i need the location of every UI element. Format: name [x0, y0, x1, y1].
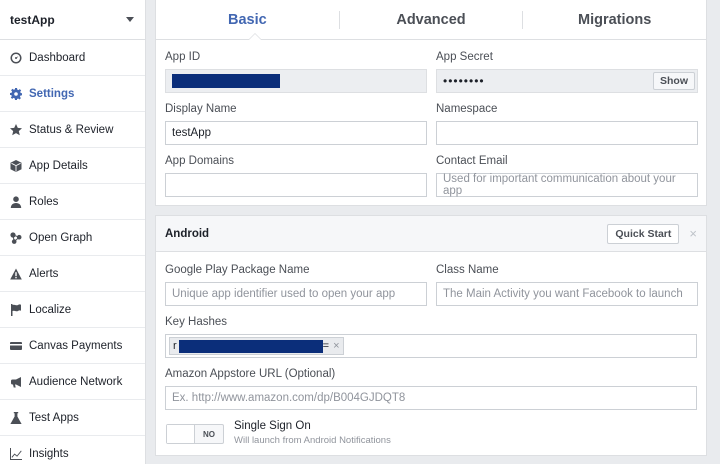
tab-migrations[interactable]: Migrations	[523, 12, 706, 28]
class-name-input[interactable]: The Main Activity you want Facebook to l…	[436, 282, 698, 306]
redacted-key-hash	[178, 339, 323, 353]
toggle-knob	[167, 425, 195, 443]
sidebar-item-label: Localize	[29, 303, 72, 316]
amazon-url-field: Amazon Appstore URL (Optional) Ex. http:…	[165, 367, 697, 410]
cube-icon	[10, 159, 22, 172]
tab-advanced[interactable]: Advanced	[340, 12, 523, 28]
class-name-field: Class Name The Main Activity you want Fa…	[436, 263, 698, 306]
package-name-field: Google Play Package Name Unique app iden…	[165, 263, 427, 306]
sso-subtitle: Will launch from Android Notifications	[234, 435, 391, 446]
app-id-field: App ID	[165, 50, 427, 93]
toggle-state-text: NO	[203, 429, 215, 439]
sso-title: Single Sign On	[234, 420, 311, 432]
display-name-field: Display Name testApp	[165, 102, 427, 145]
caret-down-icon	[126, 17, 134, 22]
package-name-input[interactable]: Unique app identifier used to open your …	[165, 282, 427, 306]
key-hash-token: r = ×	[169, 337, 344, 355]
namespace-label: Namespace	[436, 103, 498, 115]
sidebar-item-label: Status & Review	[29, 123, 114, 136]
amazon-url-input[interactable]: Ex. http://www.amazon.com/dp/B004GJDQT8	[165, 386, 697, 410]
android-panel-header: Android Quick Start ×	[156, 216, 706, 252]
warning-icon	[10, 268, 22, 280]
settings-tabs: Basic Advanced Migrations	[156, 0, 706, 40]
active-tab-indicator	[248, 33, 262, 40]
megaphone-icon	[10, 376, 22, 388]
sidebar-item-label: Alerts	[29, 267, 59, 280]
single-sign-on-toggle[interactable]: NO	[166, 424, 224, 444]
app-secret-field: App Secret •••••••• Show	[436, 50, 698, 93]
sidebar-item-audience-network[interactable]: Audience Network	[0, 364, 145, 400]
star-icon	[10, 123, 22, 136]
contact-email-input[interactable]: Used for important communication about y…	[436, 173, 698, 197]
quick-start-button[interactable]: Quick Start	[607, 223, 680, 244]
remove-token-icon[interactable]: ×	[333, 340, 339, 352]
sidebar-item-canvas-payments[interactable]: Canvas Payments	[0, 328, 145, 364]
redacted-app-id	[172, 74, 280, 88]
package-name-label: Google Play Package Name	[165, 264, 310, 276]
app-secret-input[interactable]: •••••••• Show	[436, 69, 698, 93]
sidebar-item-label: Roles	[29, 195, 59, 208]
contact-email-label: Contact Email	[436, 155, 508, 167]
sidebar-item-label: Canvas Payments	[29, 339, 123, 352]
app-domains-label: App Domains	[165, 155, 235, 167]
amazon-url-label: Amazon Appstore URL (Optional)	[165, 368, 336, 380]
sidebar-item-roles[interactable]: Roles	[0, 184, 145, 220]
sidebar-item-settings[interactable]: Settings	[0, 76, 145, 112]
person-icon	[10, 195, 22, 208]
sidebar-item-open-graph[interactable]: Open Graph	[0, 220, 145, 256]
app-secret-label: App Secret	[436, 51, 493, 63]
sidebar-item-alerts[interactable]: Alerts	[0, 256, 145, 292]
sidebar-item-label: Settings	[29, 87, 75, 100]
tab-basic[interactable]: Basic	[156, 12, 339, 28]
show-secret-button[interactable]: Show	[653, 72, 695, 90]
sidebar-item-label: Test Apps	[29, 411, 79, 424]
sidebar-item-label: Insights	[29, 447, 69, 460]
namespace-input[interactable]	[436, 121, 698, 145]
sidebar-item-dashboard[interactable]: Dashboard	[0, 40, 145, 76]
sidebar: testApp Dashboard Settings Status & Revi…	[0, 0, 146, 464]
app-secret-value: ••••••••	[443, 74, 485, 88]
sidebar-item-status-review[interactable]: Status & Review	[0, 112, 145, 148]
sidebar-item-localize[interactable]: Localize	[0, 292, 145, 328]
chart-icon	[10, 447, 22, 460]
app-id-label: App ID	[165, 51, 201, 63]
app-domains-input[interactable]	[165, 173, 427, 197]
key-hashes-field: Key Hashes r = ×	[165, 315, 697, 358]
android-title: Android	[165, 227, 210, 240]
sidebar-item-insights[interactable]: Insights	[0, 436, 145, 464]
dashboard-icon	[10, 52, 22, 64]
sidebar-item-label: Audience Network	[29, 375, 123, 388]
app-switcher[interactable]: testApp	[0, 0, 145, 40]
namespace-field: Namespace	[436, 102, 698, 145]
display-name-input[interactable]: testApp	[165, 121, 427, 145]
key-hashes-input[interactable]: r = ×	[165, 334, 697, 358]
gear-icon	[10, 87, 22, 100]
sidebar-item-label: Open Graph	[29, 231, 93, 244]
sidebar-item-label: App Details	[29, 159, 88, 172]
key-hash-prefix: r	[173, 340, 177, 352]
flask-icon	[10, 411, 22, 424]
app-id-input[interactable]	[165, 69, 427, 93]
key-hashes-label: Key Hashes	[165, 316, 228, 328]
sidebar-item-app-details[interactable]: App Details	[0, 148, 145, 184]
app-domains-field: App Domains	[165, 154, 427, 197]
display-name-label: Display Name	[165, 103, 237, 115]
card-icon	[10, 340, 22, 352]
android-platform-panel: Android Quick Start × Google Play Packag…	[155, 215, 707, 456]
graph-icon	[10, 231, 22, 244]
contact-email-field: Contact Email Used for important communi…	[436, 154, 698, 197]
sidebar-item-test-apps[interactable]: Test Apps	[0, 400, 145, 436]
close-icon[interactable]: ×	[689, 226, 697, 241]
app-name: testApp	[10, 12, 55, 27]
key-hash-suffix: =	[322, 340, 330, 352]
flag-icon	[10, 303, 22, 316]
class-name-label: Class Name	[436, 264, 499, 276]
sidebar-item-label: Dashboard	[29, 51, 86, 64]
basic-settings-panel: Basic Advanced Migrations App ID App Sec…	[155, 0, 707, 206]
